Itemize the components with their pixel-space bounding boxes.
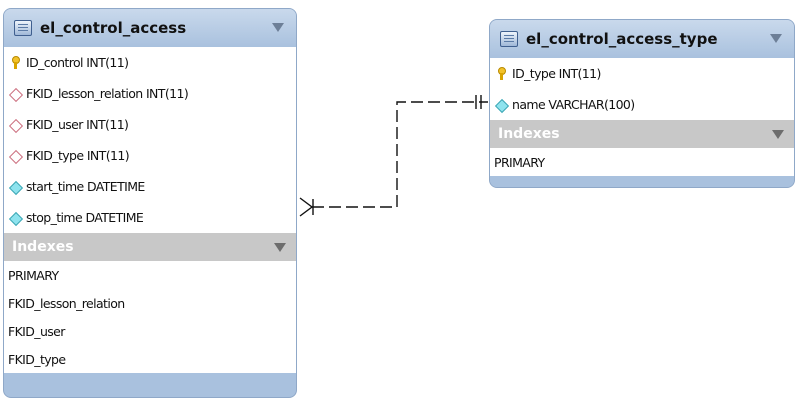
relationship-line: [312, 101, 488, 208]
relationship-connector[interactable]: [0, 0, 795, 392]
crows-foot-icon: [299, 197, 314, 217]
